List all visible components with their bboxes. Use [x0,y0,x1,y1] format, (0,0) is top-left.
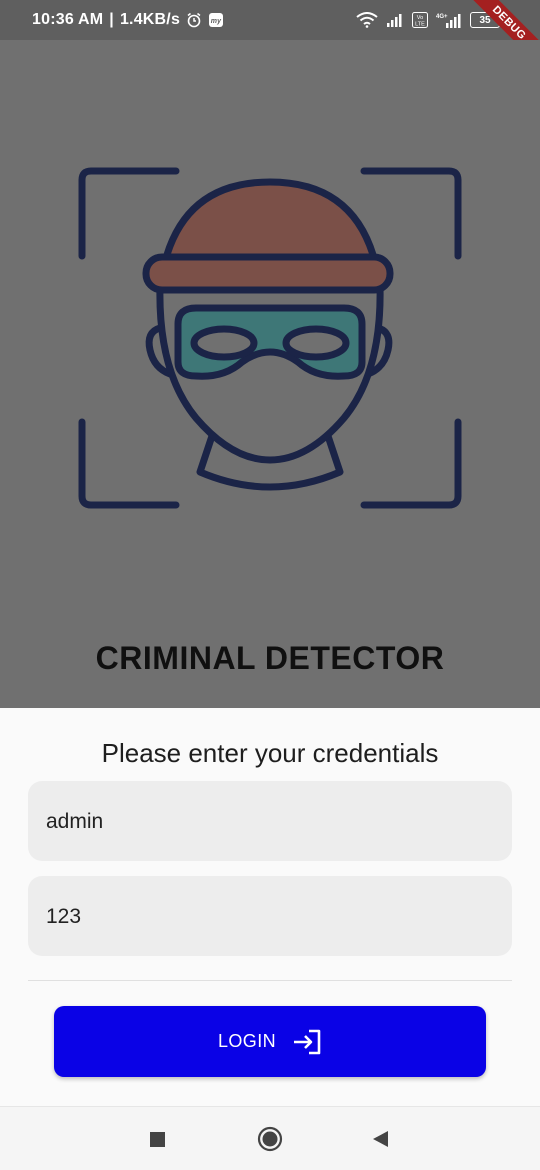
login-label: LOGIN [217,1031,276,1051]
password-input[interactable] [44,876,488,958]
app-title: CRIMINAL DETECTOR [95,640,445,676]
4g-signal-icon: 4G+ [436,14,461,28]
login-form: Please enter your credentials LOGIN [0,708,540,1106]
signal-icon [387,14,402,27]
svg-text:4G+: 4G+ [436,14,448,20]
login-button[interactable]: LOGIN [54,1006,486,1077]
username-field[interactable] [28,781,512,863]
hero-section: CRIMINAL DETECTOR [0,40,540,708]
credentials-prompt: Please enter your credentials [101,738,439,768]
alarm-icon [187,12,201,28]
system-nav-bar [0,1106,540,1170]
status-bar: 10:36 AM | 1.4KB/s my Vo LTE 4G+ 35 DEBU… [0,0,540,76]
svg-text:LTE: LTE [415,22,425,28]
wifi-icon [356,12,378,28]
masked-criminal-face-scan-icon [78,167,462,509]
recents-square-icon[interactable] [143,1125,171,1153]
password-field[interactable] [28,876,512,958]
svg-text:Vo: Vo [417,15,423,21]
myjio-icon: my [209,13,224,27]
status-separator: | [109,11,114,28]
back-triangle-icon[interactable] [366,1125,394,1153]
volte-icon: Vo LTE [412,12,428,28]
username-input[interactable] [44,781,488,863]
status-time: 10:36 AM [32,11,104,28]
status-network-speed: 1.4KB/s [119,11,181,28]
login-arrow-icon [294,1029,321,1054]
divider [28,980,512,981]
svg-text:my: my [211,18,222,25]
home-circle-icon[interactable] [256,1125,284,1153]
